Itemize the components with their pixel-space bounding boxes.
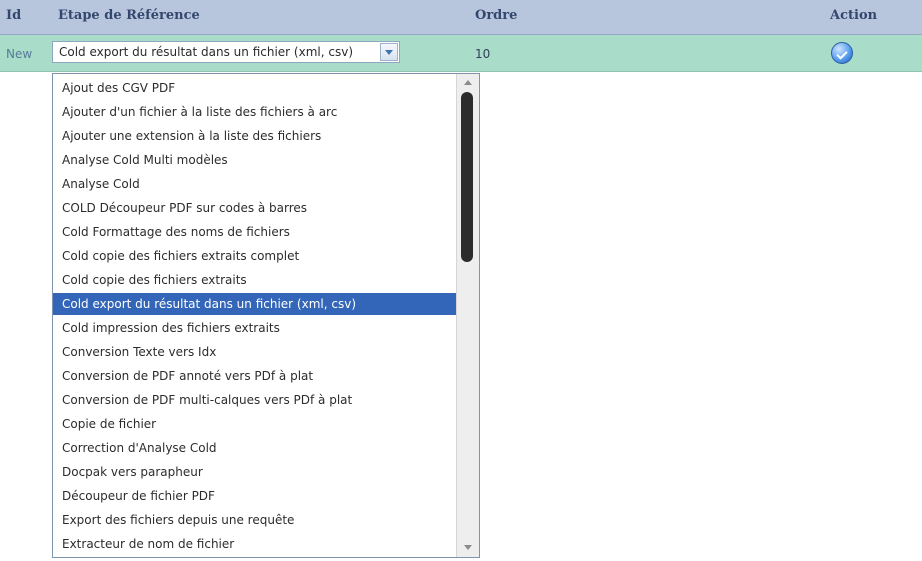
dropdown-option[interactable]: Export des fichiers depuis une requête (53, 509, 456, 531)
dropdown-option[interactable]: Ajouter une extension à la liste des fic… (53, 125, 456, 147)
etape-dropdown-list[interactable]: Ajout des CGV PDF Ajouter d'un fichier à … (52, 73, 480, 558)
dropdown-option[interactable]: Copie de fichier (53, 413, 456, 435)
header-action: Action (830, 8, 878, 23)
etape-select-value: Cold export du résultat dans un fichier … (59, 45, 353, 59)
table-header: Id Etape de Référence Ordre Action (0, 0, 922, 35)
dropdown-option[interactable]: Conversion Texte vers Idx (53, 341, 456, 363)
scroll-down-icon[interactable] (463, 543, 473, 553)
dropdown-option[interactable]: Cold copie des fichiers extraits complet (53, 245, 456, 267)
row-id-cell: New (6, 47, 33, 61)
dropdown-option[interactable]: Ajout des CGV PDF (53, 77, 456, 99)
dropdown-option[interactable]: Analyse Cold Multi modèles (53, 149, 456, 171)
dropdown-option[interactable]: Découpeur de fichier PDF (53, 485, 456, 507)
dropdown-option[interactable]: Ajouter d'un fichier à la liste des fich… (53, 101, 456, 123)
dropdown-option[interactable]: Conversion de PDF annoté vers PDf à plat (53, 365, 456, 387)
dropdown-option[interactable]: Analyse Cold (53, 173, 456, 195)
dropdown-option[interactable]: Cold Formattage des noms de fichiers (53, 221, 456, 243)
dropdown-option[interactable]: Conversion de PDF multi-calques vers PDf… (53, 389, 456, 411)
dropdown-option[interactable]: Cold export du résultat dans un fichier … (53, 293, 456, 315)
header-ordre: Ordre (475, 8, 518, 23)
etape-select[interactable]: Cold export du résultat dans un fichier … (52, 41, 400, 63)
ordre-value: 10 (475, 47, 491, 61)
scroll-up-icon[interactable] (463, 78, 473, 88)
header-etape-reference: Etape de Référence (58, 8, 200, 23)
header-id: Id (6, 8, 22, 23)
dropdown-option[interactable]: Correction d'Analyse Cold (53, 437, 456, 459)
validate-icon[interactable] (831, 42, 853, 64)
dropdown-option[interactable]: COLD Découpeur PDF sur codes à barres (53, 197, 456, 219)
scroll-thumb[interactable] (461, 92, 473, 262)
dropdown-option[interactable]: Extracteur de nom de fichier (53, 533, 456, 555)
dropdown-scrollbar[interactable] (456, 74, 479, 557)
dropdown-option[interactable]: Cold impression des fichiers extraits (53, 317, 456, 339)
dropdown-option[interactable]: Cold copie des fichiers extraits (53, 269, 456, 291)
dropdown-option[interactable]: Docpak vers parapheur (53, 461, 456, 483)
table-row: New Cold export du résultat dans un fich… (0, 35, 922, 72)
chevron-down-icon[interactable] (380, 43, 398, 61)
